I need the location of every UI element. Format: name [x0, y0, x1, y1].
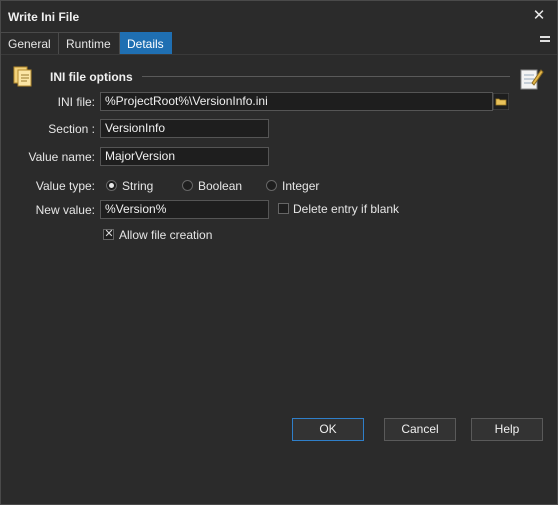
- edit-notes-icon: [520, 69, 544, 90]
- folder-icon[interactable]: [493, 93, 509, 110]
- tab-runtime[interactable]: Runtime: [59, 32, 120, 54]
- allow-file-creation-checkbox[interactable]: ✕: [103, 228, 114, 240]
- title-bar: Write Ini File ✕: [1, 1, 557, 32]
- window-title: Write Ini File: [8, 10, 80, 24]
- radio-integer-label: Integer: [282, 179, 320, 193]
- close-icon[interactable]: ✕: [529, 6, 549, 26]
- ini-file-input[interactable]: %ProjectRoot%\VersionInfo.ini: [100, 92, 493, 111]
- new-value-label: New value:: [35, 203, 95, 217]
- radio-string-label: String: [122, 179, 154, 193]
- radio-string[interactable]: [106, 180, 117, 191]
- allow-file-creation-label: Allow file creation: [119, 228, 213, 242]
- section-input[interactable]: VersionInfo: [100, 119, 269, 138]
- delete-if-blank-checkbox[interactable]: [278, 203, 289, 214]
- radio-boolean[interactable]: [182, 180, 193, 191]
- section-label: Section :: [48, 122, 95, 136]
- group-divider: [142, 76, 510, 77]
- value-name-label: Value name:: [28, 150, 96, 164]
- radio-boolean-label: Boolean: [198, 179, 243, 193]
- tab-menu-icon[interactable]: [540, 36, 550, 48]
- tab-general[interactable]: General: [1, 32, 59, 54]
- tab-bar: General Runtime Details: [1, 32, 557, 55]
- delete-if-blank-label: Delete entry if blank: [293, 202, 400, 216]
- check-mark-icon: ✕: [104, 228, 114, 240]
- value-type-label: Value type:: [35, 179, 95, 193]
- value-name-input[interactable]: MajorVersion: [100, 147, 269, 166]
- ok-button[interactable]: OK: [292, 418, 364, 441]
- group-title: INI file options: [50, 70, 133, 84]
- cancel-button[interactable]: Cancel: [384, 418, 456, 441]
- details-panel: INI file options INI file: %ProjectRoot%…: [2, 55, 556, 450]
- radio-integer[interactable]: [266, 180, 277, 191]
- new-value-input[interactable]: %Version%: [100, 200, 269, 219]
- help-button[interactable]: Help: [471, 418, 543, 441]
- dialog-window: Write Ini File ✕ General Runtime Details…: [0, 0, 558, 505]
- ini-files-icon: [13, 66, 32, 87]
- ini-file-label: INI file:: [57, 95, 95, 109]
- tab-details[interactable]: Details: [120, 32, 172, 54]
